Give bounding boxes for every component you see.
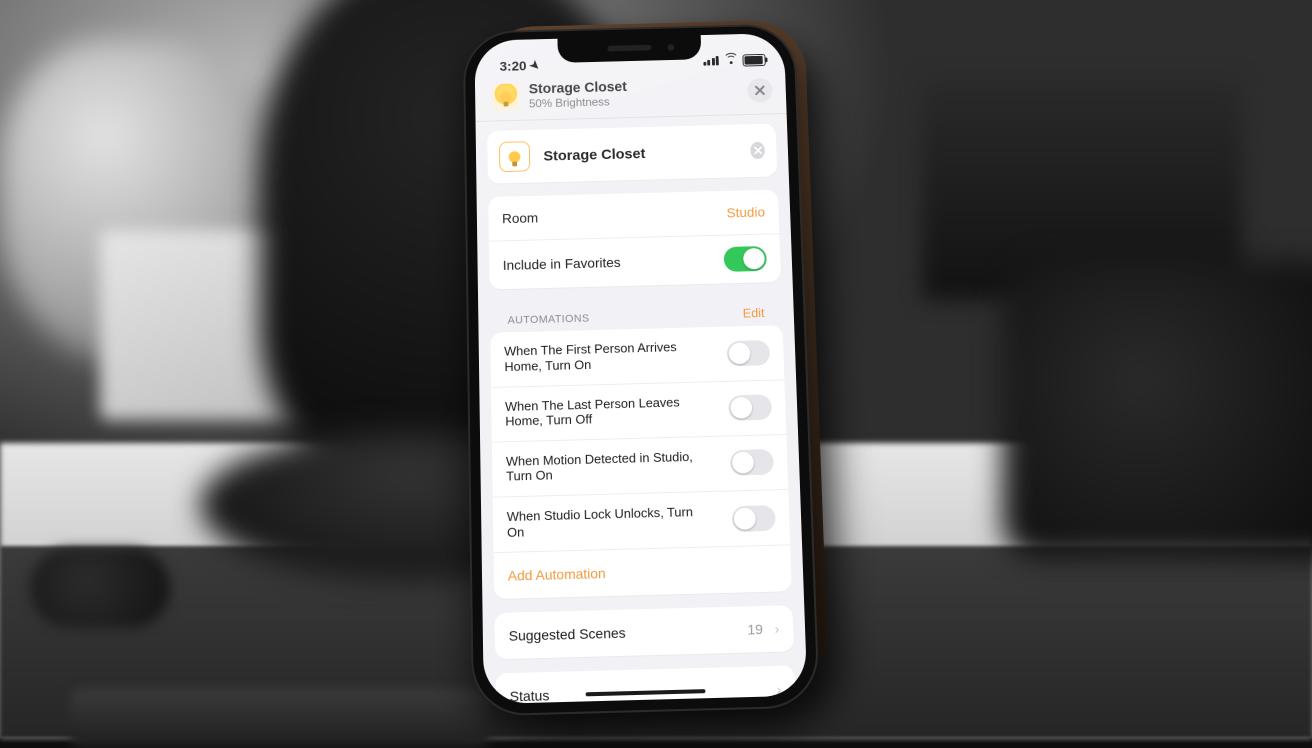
chevron-right-icon: › <box>776 681 781 697</box>
suggested-scenes-label: Suggested Scenes <box>509 625 626 644</box>
automations-edit-button[interactable]: Edit <box>743 306 765 321</box>
keyboard-blob <box>70 688 490 748</box>
automation-label: When Studio Lock Unlocks, Turn On <box>507 504 705 540</box>
automations-card: When The First Person Arrives Home, Turn… <box>490 326 792 600</box>
automation-label: When The First Person Arrives Home, Turn… <box>504 339 700 374</box>
room-row[interactable]: Room Studio <box>488 190 779 241</box>
wifi-icon <box>723 55 738 66</box>
close-icon <box>754 147 762 155</box>
room-label: Room <box>502 210 538 226</box>
automation-toggle[interactable] <box>728 395 772 421</box>
automation-label: When Motion Detected in Studio, Turn On <box>506 449 703 485</box>
earbuds-blob <box>30 548 170 628</box>
clear-name-button[interactable] <box>750 142 765 159</box>
automation-toggle[interactable] <box>732 505 776 532</box>
phone-notch <box>557 35 701 63</box>
suggested-scenes-card: Suggested Scenes 19 › <box>494 605 793 659</box>
cellular-icon <box>703 56 719 66</box>
add-automation-row[interactable]: Add Automation <box>494 545 792 600</box>
phone: 3:20 ➤ Storage Closet <box>472 6 842 726</box>
lightbulb-icon <box>499 142 530 173</box>
status-label: Status <box>510 687 550 704</box>
close-button[interactable] <box>747 78 773 103</box>
location-icon: ➤ <box>527 57 543 73</box>
favorites-label: Include in Favorites <box>503 255 621 273</box>
automation-row: When Studio Lock Unlocks, Turn On <box>493 489 790 552</box>
close-icon <box>755 86 765 96</box>
room-value: Studio <box>726 205 765 221</box>
automation-row: When The Last Person Leaves Home, Turn O… <box>491 379 786 441</box>
add-automation-label: Add Automation <box>508 565 606 584</box>
status-time: 3:20 <box>500 58 527 74</box>
suggested-scenes-row[interactable]: Suggested Scenes 19 › <box>494 605 793 659</box>
settings-scroll[interactable]: Room Studio Include in Favorites Automat <box>476 114 808 704</box>
automation-label: When The Last Person Leaves Home, Turn O… <box>505 394 702 430</box>
suggested-scenes-count: 19 <box>747 621 763 637</box>
automation-row: When The First Person Arrives Home, Turn… <box>490 326 784 387</box>
chevron-right-icon: › <box>774 621 779 637</box>
favorites-toggle[interactable] <box>724 246 767 272</box>
lightbulb-icon <box>492 84 519 111</box>
automation-toggle[interactable] <box>730 449 774 476</box>
favorites-row: Include in Favorites <box>489 234 781 290</box>
camera-blob <box>1002 260 1312 560</box>
accessory-name-input[interactable] <box>541 142 739 165</box>
automation-toggle[interactable] <box>726 340 770 366</box>
battery-icon <box>742 53 765 66</box>
home-app-accessory-settings: Storage Closet 50% Brightness <box>474 33 807 704</box>
name-card <box>487 124 777 184</box>
automation-row: When Motion Detected in Studio, Turn On <box>492 434 788 497</box>
room-favorites-card: Room Studio Include in Favorites <box>488 190 781 290</box>
phone-screen: 3:20 ➤ Storage Closet <box>474 33 807 704</box>
automations-title: Automations <box>508 313 590 327</box>
